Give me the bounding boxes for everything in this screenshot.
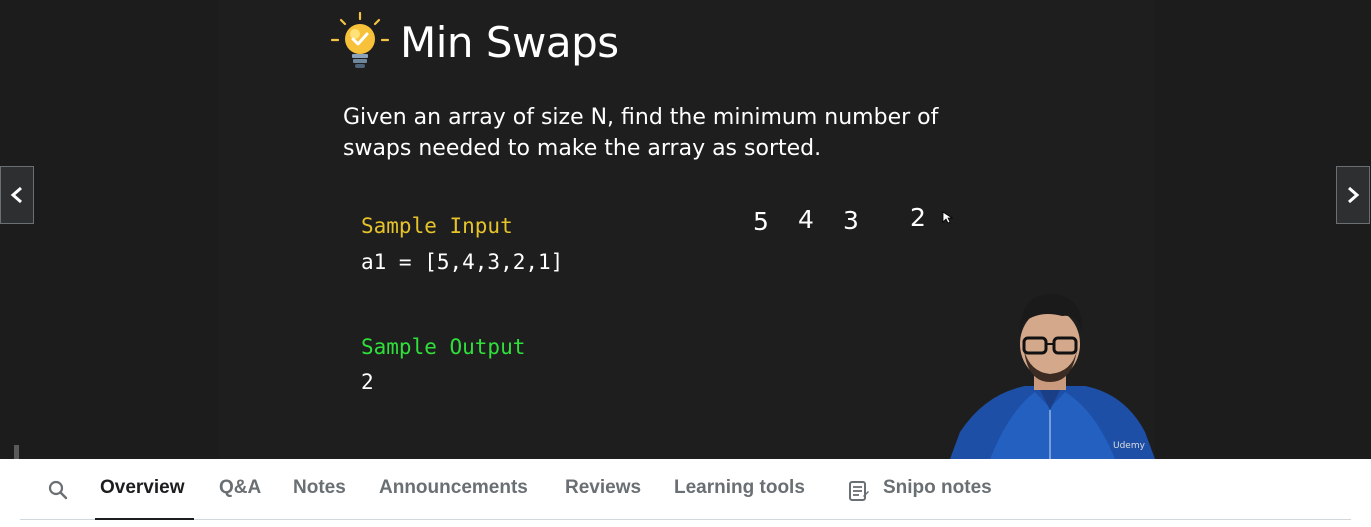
lightbulb-icon	[330, 11, 390, 68]
tab-reviews[interactable]: Reviews	[565, 477, 641, 499]
active-tab-indicator	[95, 518, 194, 520]
handwritten-digit: 3	[843, 206, 859, 235]
sample-input-value: a1 = [5,4,3,2,1]	[361, 250, 564, 274]
tab-notes[interactable]: Notes	[293, 477, 346, 499]
handwritten-digit: 2	[910, 203, 926, 232]
tab-snipo-notes[interactable]: Snipo notes	[883, 477, 992, 499]
problem-description: Given an array of size N, find the minim…	[343, 105, 939, 161]
sample-input-label: Sample Input	[361, 214, 513, 238]
video-progress-handle[interactable]	[14, 445, 19, 459]
handwritten-digit: 5	[753, 207, 769, 236]
tab-learning-tools[interactable]: Learning tools	[674, 477, 805, 499]
notes-document-icon	[849, 481, 869, 501]
tab-announcements[interactable]: Announcements	[379, 477, 528, 499]
sample-output-label: Sample Output	[361, 335, 526, 359]
search-icon[interactable]	[47, 479, 69, 501]
presenter-webcam	[950, 282, 1155, 459]
course-tab-bar: Overview Q&A Notes Announcements Reviews…	[0, 459, 1371, 527]
tab-qa[interactable]: Q&A	[219, 477, 261, 499]
pen-cursor-icon	[942, 211, 953, 224]
udemy-watermark: Udemy	[1113, 441, 1145, 451]
tab-divider	[20, 519, 1351, 520]
next-lecture-button[interactable]	[1336, 166, 1370, 224]
handwritten-digit: 4	[798, 205, 814, 234]
chevron-left-icon	[10, 186, 22, 204]
slide-title: Min Swaps	[400, 18, 619, 67]
tab-overview[interactable]: Overview	[100, 477, 185, 499]
previous-lecture-button[interactable]	[0, 166, 34, 224]
chevron-right-icon	[1348, 186, 1360, 204]
sample-output-value: 2	[361, 370, 374, 394]
video-player[interactable]: Min Swaps Given an array of size N, find…	[0, 0, 1371, 459]
